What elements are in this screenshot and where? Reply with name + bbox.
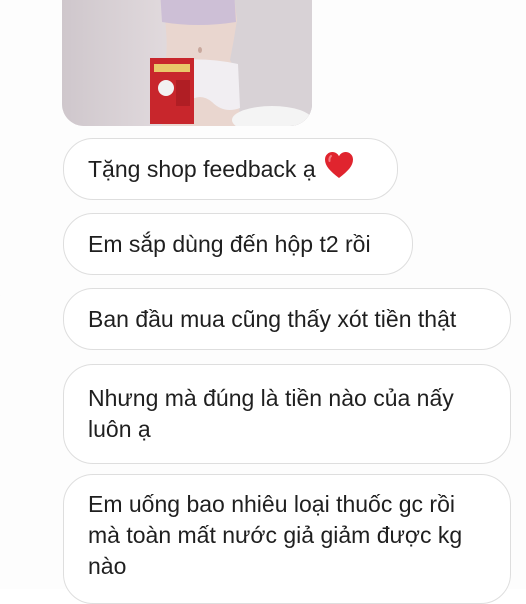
message-bubble: Em sắp dùng đến hộp t2 rồi [63,213,413,275]
chat-thread: ‹ Tặng shop feedback ạ Em sắp dùng đến h… [0,0,526,604]
red-heart-icon [324,151,354,187]
message-text: Tặng shop feedback ạ [88,155,316,182]
chevron-left-icon: ‹ [0,283,10,301]
message-text: Em uống bao nhiêu loại thuốc gc rồi mà t… [88,491,463,579]
message-bubble: Nhưng mà đúng là tiền nào của nấy luôn ạ [63,364,511,464]
message-text: Ban đầu mua cũng thấy xót tiền thật [88,305,457,332]
shared-photo[interactable] [62,0,312,126]
photo-image [62,0,312,126]
message-text: Nhưng mà đúng là tiền nào của nấy luôn ạ [88,385,454,442]
message-text: Em sắp dùng đến hộp t2 rồi [88,230,371,257]
message-bubble: Em uống bao nhiêu loại thuốc gc rồi mà t… [63,474,511,604]
message-bubble: Tặng shop feedback ạ [63,138,398,200]
message-bubble: Ban đầu mua cũng thấy xót tiền thật [63,288,511,350]
